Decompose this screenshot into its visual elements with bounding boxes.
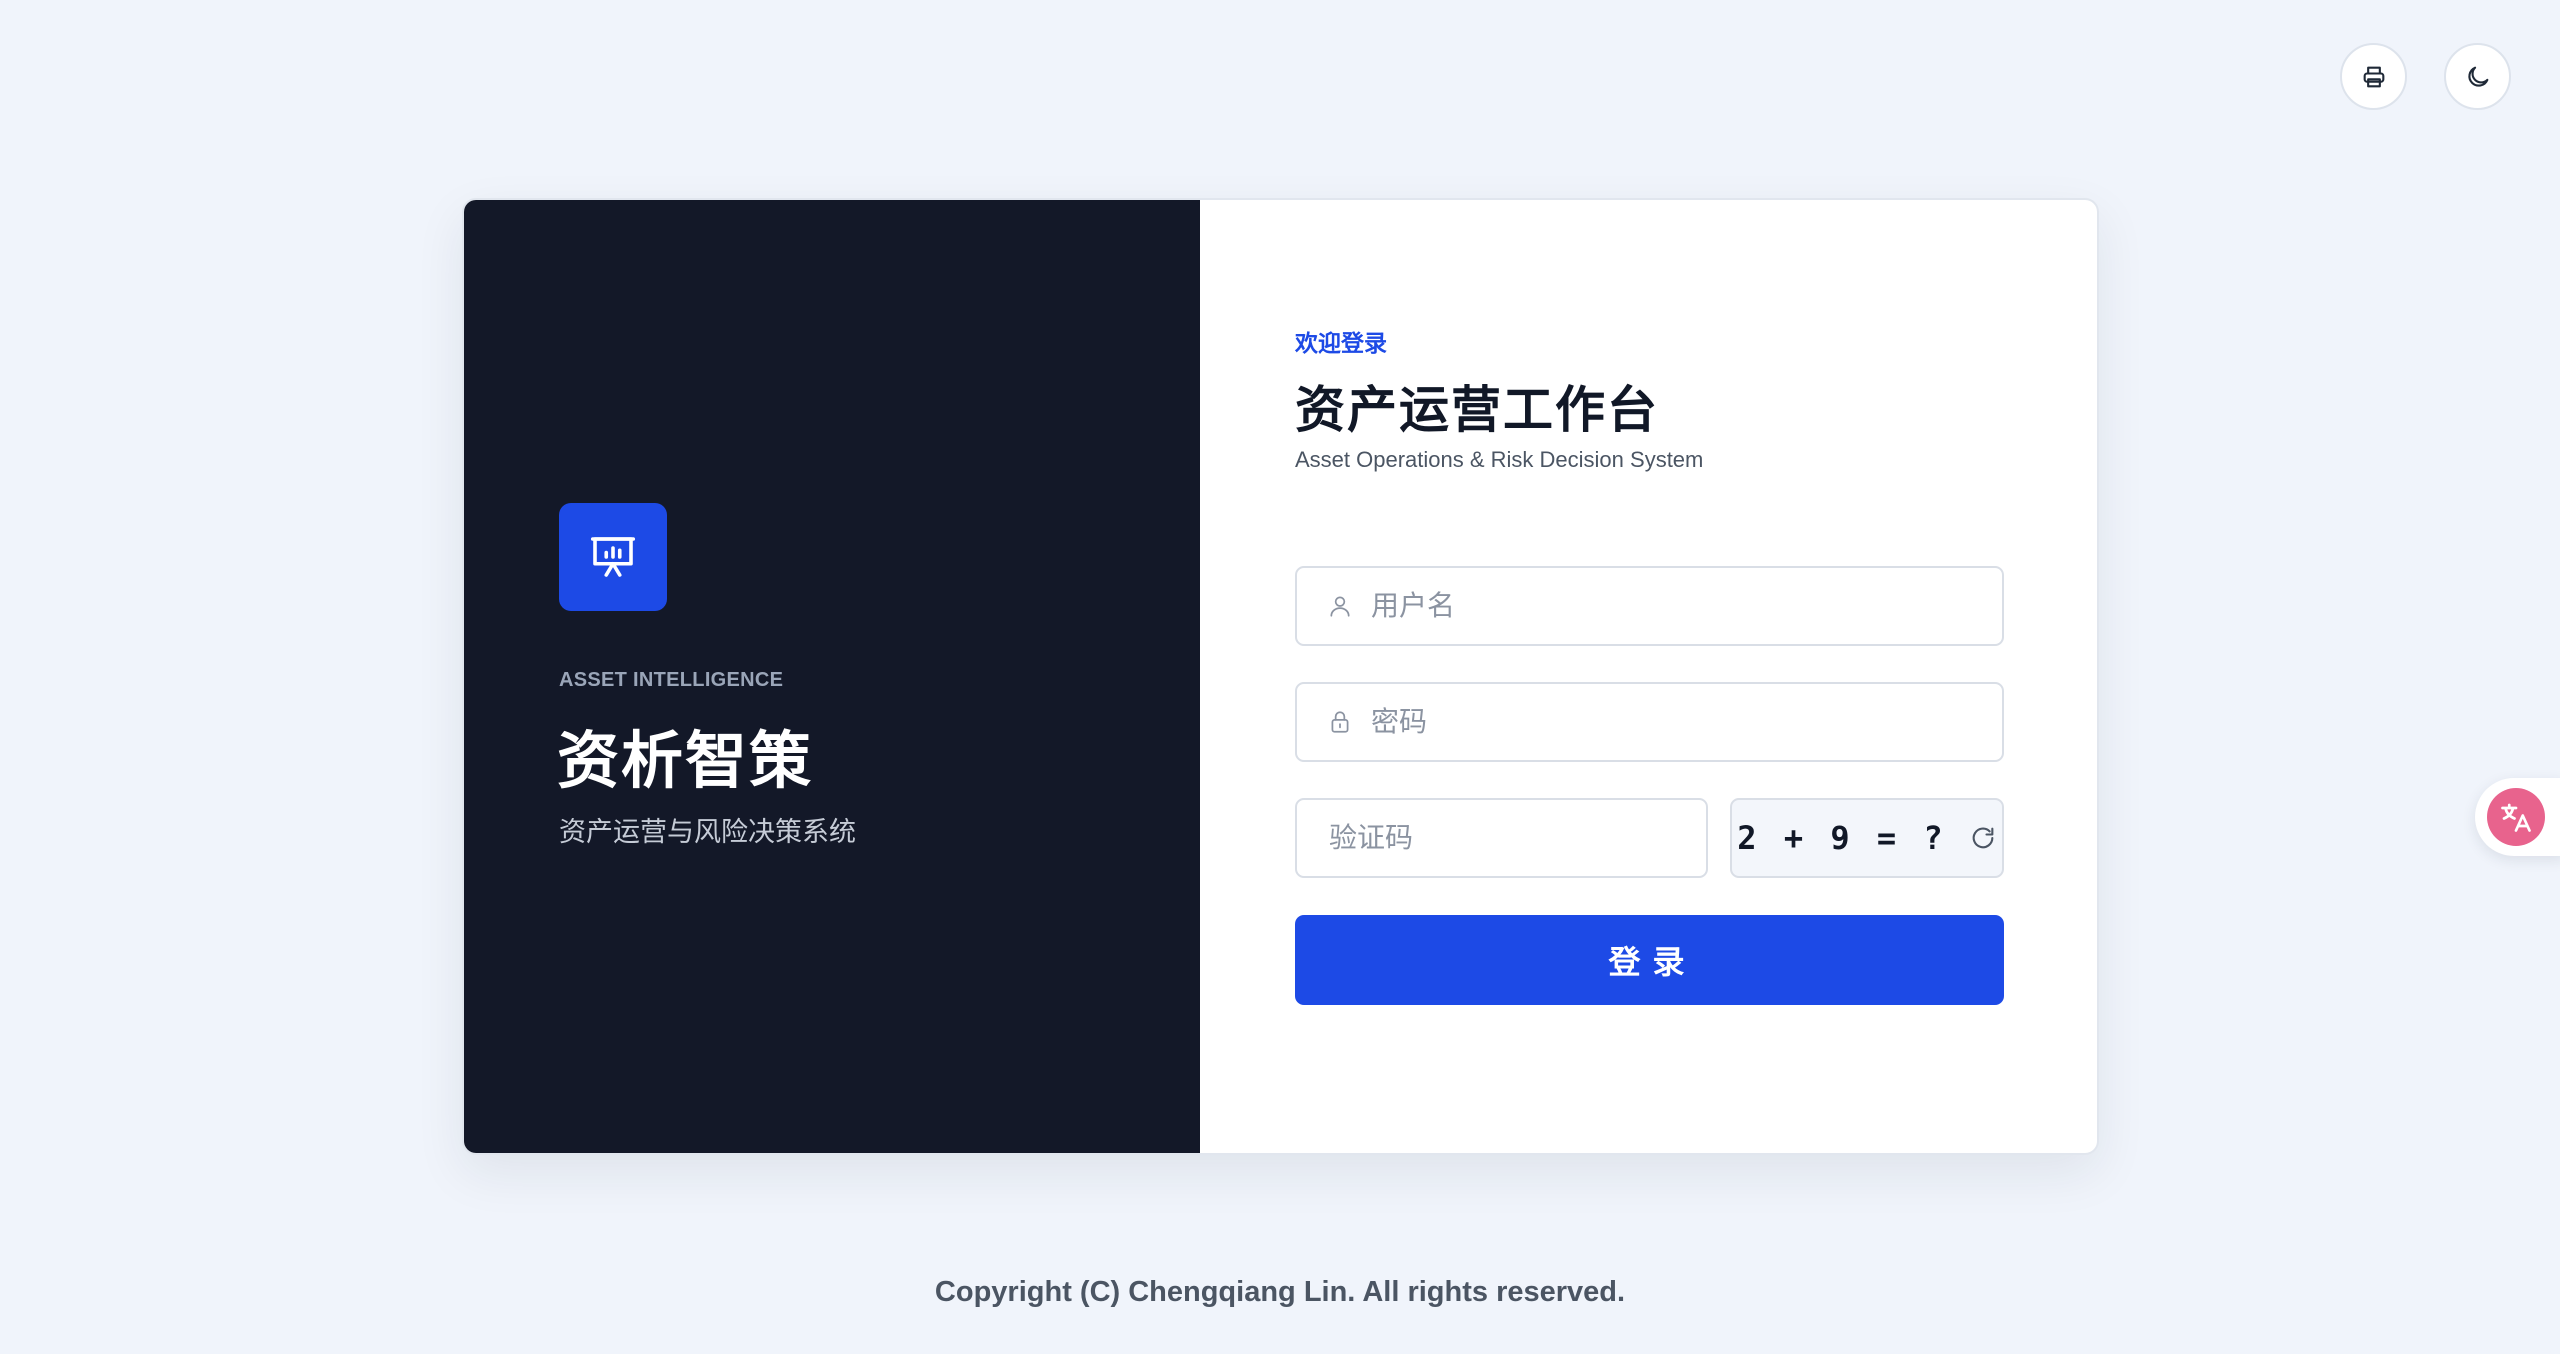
captcha-field[interactable] xyxy=(1295,798,1708,878)
password-input[interactable] xyxy=(1369,705,1973,739)
password-field[interactable] xyxy=(1295,682,2004,762)
footer-copyright: Copyright (C) Chengqiang Lin. All rights… xyxy=(934,1276,1626,1308)
username-input[interactable] xyxy=(1369,589,1973,623)
top-actions xyxy=(2340,43,2511,110)
login-button[interactable]: 登录 xyxy=(1295,915,2004,1005)
brand-panel: ASSET INTELLIGENCE 资析智策 资产运营与风险决策系统 xyxy=(464,200,1200,1153)
login-form-panel: 欢迎登录 资产运营工作台 Asset Operations & Risk Dec… xyxy=(1200,200,2097,1153)
captcha-challenge: 2 + 9 = ? xyxy=(1737,819,1947,857)
theme-toggle-button[interactable] xyxy=(2444,43,2511,110)
brand-title: 资析智策 xyxy=(557,727,814,796)
welcome-label: 欢迎登录 xyxy=(1295,330,1387,356)
page-title: 资产运营工作台 xyxy=(1295,382,1659,438)
refresh-icon[interactable] xyxy=(1969,824,1997,852)
lock-icon xyxy=(1327,709,1353,735)
login-card: ASSET INTELLIGENCE 资析智策 资产运营与风险决策系统 欢迎登录… xyxy=(462,198,2099,1155)
brand-logo xyxy=(559,503,667,611)
brand-eyebrow: ASSET INTELLIGENCE xyxy=(559,669,784,691)
printer-icon xyxy=(2360,63,2388,91)
print-button[interactable] xyxy=(2340,43,2407,110)
username-field[interactable] xyxy=(1295,566,2004,646)
moon-icon xyxy=(2464,63,2492,91)
brand-subtitle: 资产运营与风险决策系统 xyxy=(559,817,856,847)
captcha-image[interactable]: 2 + 9 = ? xyxy=(1730,798,2004,878)
user-icon xyxy=(1327,593,1353,619)
captcha-input[interactable] xyxy=(1327,821,1691,855)
presentation-chart-icon xyxy=(586,530,640,584)
translate-icon[interactable] xyxy=(2487,788,2545,846)
page-subtitle: Asset Operations & Risk Decision System xyxy=(1295,447,1704,472)
translate-widget[interactable] xyxy=(2475,778,2560,856)
